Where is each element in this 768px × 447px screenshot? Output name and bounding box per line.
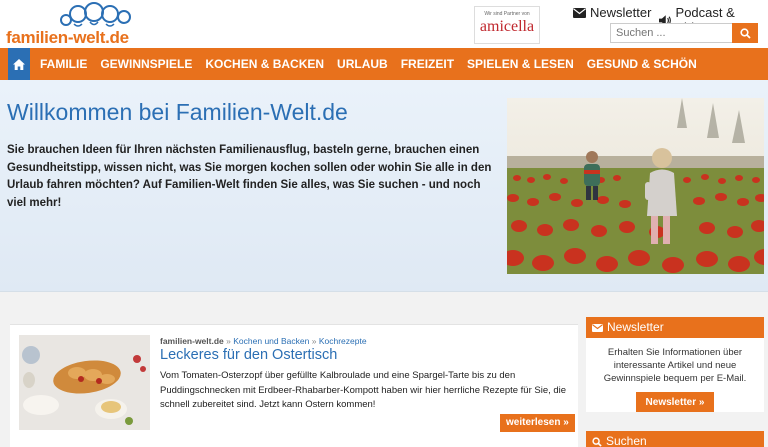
breadcrumb-category-link[interactable]: Kochen und Backen — [233, 336, 309, 346]
search-icon — [739, 27, 751, 39]
breadcrumb-separator: » — [226, 336, 231, 346]
article-title[interactable]: Leckeres für den Ostertisch — [160, 347, 337, 363]
newsletter-widget-text: Erhalten Sie Informationen über interess… — [603, 347, 747, 384]
article-excerpt: Vom Tomaten-Osterzopf über gefüllte Kalb… — [160, 370, 567, 410]
search-button[interactable] — [732, 23, 758, 43]
search-widget: Suchen — [586, 431, 764, 447]
article-image[interactable] — [19, 335, 150, 430]
hero-title: Willkommen bei Familien-Welt.de — [7, 99, 348, 125]
nav-item-urlaub[interactable]: URLAUB — [337, 57, 388, 71]
nav-item-familie[interactable]: FAMILIE — [40, 57, 87, 71]
nav-item-spielen-lesen[interactable]: SPIELEN & LESEN — [467, 57, 574, 71]
newsletter-widget-header: Newsletter — [586, 317, 764, 338]
nav-item-gewinnspiele[interactable]: GEWINNSPIELE — [100, 57, 192, 71]
partner-badge[interactable]: Wir sind Partner von amicella — [474, 6, 540, 44]
welcome-hero: Willkommen bei Familien-Welt.de Sie brau… — [0, 80, 768, 292]
site-header: familien-welt.de Wir sind Partner von am… — [0, 0, 768, 48]
newsletter-link[interactable]: Newsletter — [573, 5, 651, 20]
partner-brand: amicella — [479, 18, 535, 35]
main-navigation: FAMILIE GEWINNSPIELE KOCHEN & BACKEN URL… — [0, 48, 768, 80]
home-icon — [13, 58, 25, 70]
children-in-tulip-field-image — [507, 98, 764, 274]
header-search — [610, 23, 758, 43]
search-icon — [592, 436, 602, 447]
site-logo[interactable]: familien-welt.de — [6, 2, 138, 47]
newsletter-link-label: Newsletter — [590, 5, 652, 20]
nav-item-freizeit[interactable]: FREIZEIT — [401, 57, 454, 71]
content-area: familien-welt.de » Kochen und Backen » K… — [0, 292, 768, 447]
search-widget-header: Suchen — [586, 431, 764, 447]
nav-home-button[interactable] — [8, 48, 30, 80]
easter-food-image — [19, 335, 150, 430]
breadcrumb-subcategory-link[interactable]: Kochrezepte — [319, 336, 367, 346]
read-more-button[interactable]: weiterlesen » — [500, 414, 575, 432]
partner-label: Wir sind Partner von — [484, 11, 530, 17]
breadcrumb-separator: » — [311, 336, 317, 346]
envelope-icon — [573, 7, 586, 18]
hero-image — [507, 98, 764, 274]
newsletter-widget-title: Newsletter — [607, 320, 664, 334]
newsletter-subscribe-button[interactable]: Newsletter » — [635, 392, 715, 412]
search-widget-title: Suchen — [606, 434, 647, 447]
logo-text: familien-welt.de — [6, 28, 129, 47]
breadcrumb-site: familien-welt.de — [160, 336, 224, 346]
newsletter-widget: Newsletter Erhalten Sie Informationen üb… — [586, 317, 764, 412]
article-teaser: familien-welt.de » Kochen und Backen » K… — [10, 324, 578, 447]
search-input[interactable] — [610, 23, 732, 43]
envelope-icon — [592, 323, 603, 332]
breadcrumb: familien-welt.de » Kochen und Backen » K… — [160, 336, 367, 346]
nav-item-gesund-schoen[interactable]: GESUND & SCHÖN — [587, 57, 697, 71]
nav-item-kochen-backen[interactable]: KOCHEN & BACKEN — [205, 57, 324, 71]
hero-text: Sie brauchen Ideen für Ihren nächsten Fa… — [7, 144, 492, 209]
